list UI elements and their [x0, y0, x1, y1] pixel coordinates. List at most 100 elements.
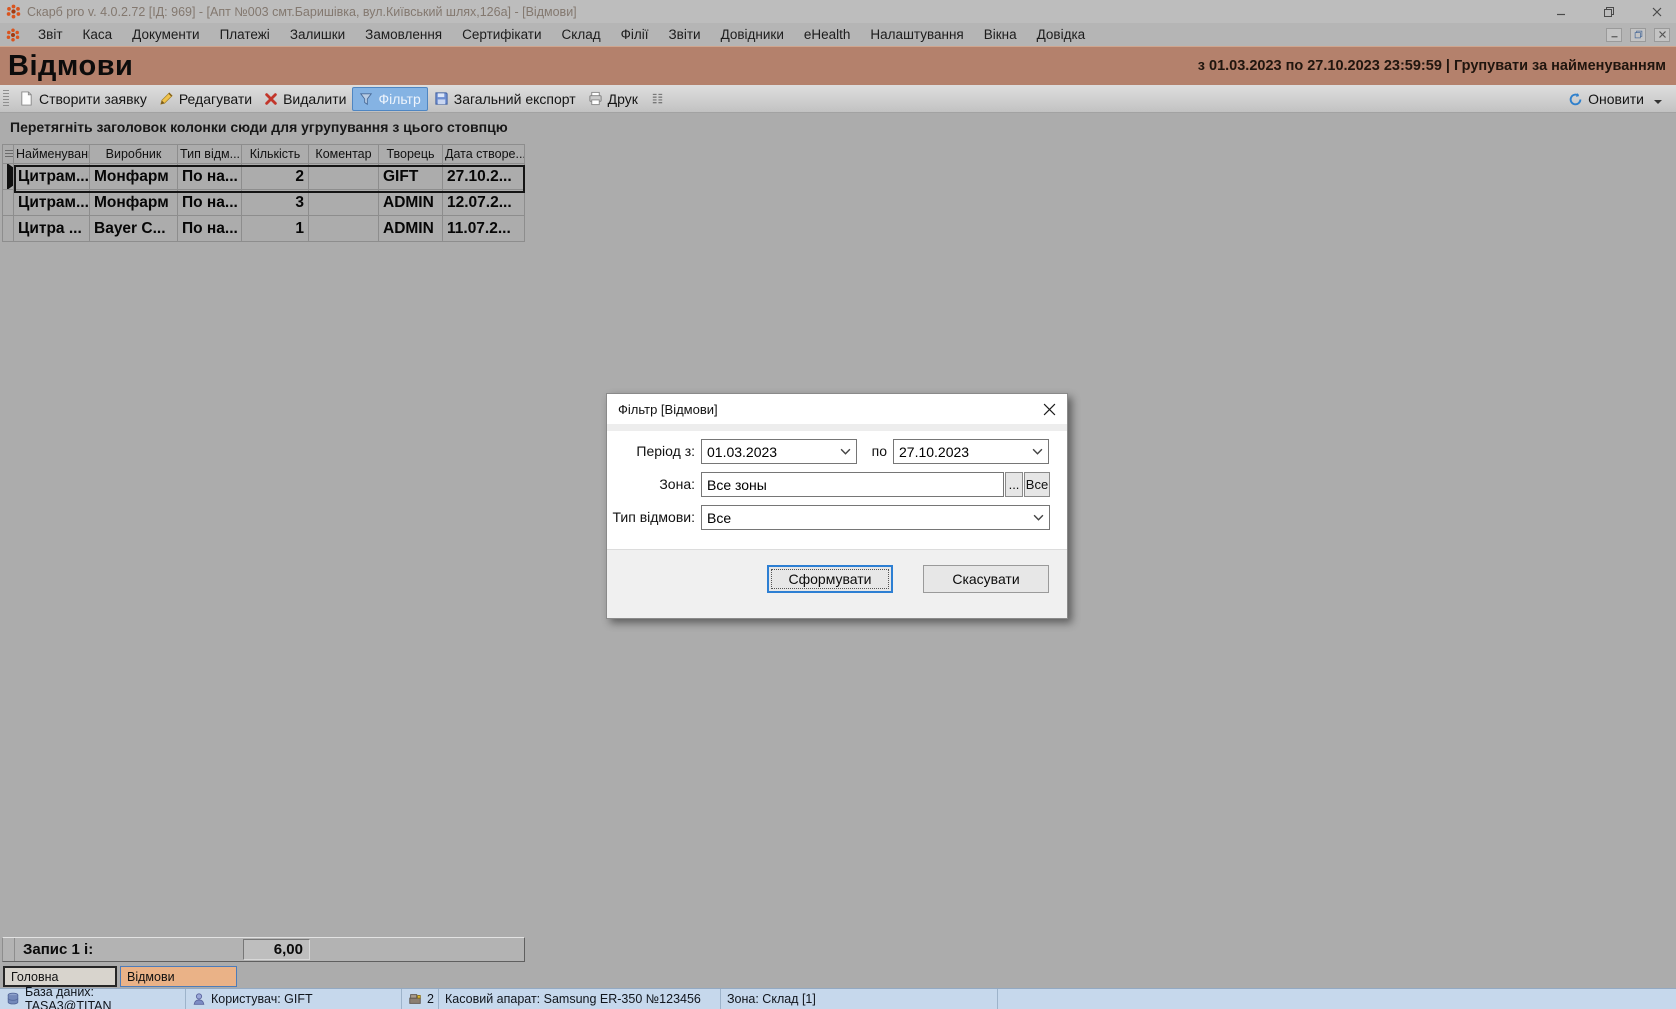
refusals-grid: Найменування Виробник Тип відм... Кількі… — [2, 144, 525, 242]
statusbar-cash-register: Касовий апарат: Samsung ER-350 №123456 — [439, 989, 721, 1009]
filter-funnel-icon — [359, 92, 373, 106]
delete-x-icon — [264, 92, 278, 106]
menu-sklad[interactable]: Склад — [552, 23, 611, 46]
menu-zvity[interactable]: Звіти — [659, 23, 711, 46]
column-header-name[interactable]: Найменування — [14, 144, 90, 164]
page-header: Відмови з 01.03.2023 по 27.10.2023 23:59… — [0, 46, 1676, 85]
menu-dokumenty[interactable]: Документи — [122, 23, 209, 46]
submit-button[interactable]: Сформувати — [767, 565, 893, 593]
refusal-type-input[interactable] — [701, 505, 1050, 530]
summary-indicator-cell — [3, 938, 15, 961]
period-to-chevron-down-icon[interactable] — [1032, 446, 1043, 457]
menu-zamovlennia[interactable]: Замовлення — [355, 23, 452, 46]
status-bar: База даних: TASA3@TITAN Користувач: GIFT… — [0, 988, 1676, 1009]
refusal-type-label: Тип відмови: — [607, 509, 695, 525]
menu-bar: Звіт Каса Документи Платежі Залишки Замо… — [0, 23, 1676, 46]
menu-filii[interactable]: Філії — [611, 23, 659, 46]
menu-sertyfikaty[interactable]: Сертифікати — [452, 23, 551, 46]
database-icon — [6, 992, 20, 1006]
quantity-total-cell: 6,00 — [243, 939, 310, 960]
group-by-hint: Перетягніть заголовок колонки сюди для у… — [0, 113, 1676, 135]
refresh-button[interactable]: Оновити — [1562, 88, 1668, 110]
filter-button[interactable]: Фільтр — [352, 87, 427, 111]
mdi-child-logo-icon — [6, 28, 20, 42]
zone-input[interactable] — [701, 472, 1004, 497]
zone-label: Зона: — [607, 476, 695, 492]
application-window: Скарб pro v. 4.0.2.72 [ІД: 969] - [Апт №… — [0, 0, 1676, 1009]
printer-icon — [588, 91, 603, 106]
menu-dovidnyky[interactable]: Довідники — [711, 23, 794, 46]
column-header-refusal-type[interactable]: Тип відм... — [178, 144, 242, 164]
dialog-title: Фільтр [Відмови] — [607, 402, 718, 417]
menu-nalashtuvannia[interactable]: Налаштування — [860, 23, 973, 46]
grid-corner-icon — [5, 150, 13, 159]
create-request-button[interactable]: Створити заявку — [13, 88, 153, 110]
tab-vidmovy[interactable]: Відмови — [120, 966, 237, 987]
edit-button[interactable]: Редагувати — [153, 88, 258, 110]
refusal-type-row: Тип відмови: — [607, 505, 1067, 530]
grid-columns-icon — [650, 91, 665, 106]
dialog-divider — [607, 424, 1067, 431]
period-from-input[interactable] — [701, 439, 857, 464]
menu-zvit[interactable]: Звіт — [28, 23, 73, 46]
print-button[interactable]: Друк — [582, 88, 644, 110]
toolbar-grip — [3, 90, 9, 108]
row-selector-cell — [2, 216, 14, 242]
restore-icon[interactable] — [1598, 3, 1620, 21]
general-export-button[interactable]: Загальний експорт — [428, 88, 582, 110]
grid-settings-button[interactable] — [644, 88, 671, 109]
period-to-label: по — [847, 443, 887, 459]
page-title: Відмови — [0, 50, 133, 83]
mdi-minimize-icon[interactable] — [1606, 28, 1622, 42]
period-from-label: Період з: — [607, 443, 695, 459]
window-title: Скарб pro v. 4.0.2.72 [ІД: 969] - [Апт №… — [27, 5, 577, 19]
menu-vikna[interactable]: Вікна — [974, 23, 1027, 46]
menu-platezhi[interactable]: Платежі — [210, 23, 280, 46]
window-titlebar: Скарб pro v. 4.0.2.72 [ІД: 969] - [Апт №… — [0, 0, 1676, 23]
new-document-icon — [19, 91, 34, 106]
app-logo-icon — [6, 4, 21, 19]
open-windows-tabs: Головна Відмови — [0, 966, 1676, 988]
menu-kasa[interactable]: Каса — [73, 23, 123, 46]
close-icon[interactable] — [1646, 3, 1668, 21]
current-row-arrow-icon — [7, 164, 14, 190]
table-row[interactable]: Цитра ... Bayer C... По на... 1 ADMIN 11… — [2, 216, 525, 242]
dialog-body: Період з: по Зона: ... Все Тип відмови: — [607, 431, 1067, 550]
row-indicator-header — [2, 144, 14, 164]
delete-button[interactable]: Видалити — [258, 88, 352, 110]
dialog-footer: Сформувати Скасувати — [607, 549, 1067, 618]
grid-summary-row: Запис 1 і: 6,00 — [2, 937, 525, 962]
table-row[interactable]: Цитрам... Монфарм По на... 3 ADMIN 12.07… — [2, 190, 525, 216]
dialog-close-icon[interactable] — [1041, 401, 1057, 417]
table-row-selected[interactable]: Цитрам... Монфарм По на... 2 GIFT 27.10.… — [2, 164, 525, 190]
refresh-dropdown-icon[interactable] — [1654, 100, 1662, 104]
record-count-label: Запис 1 і: — [23, 941, 93, 958]
column-header-manufacturer[interactable]: Виробник — [90, 144, 178, 164]
column-header-quantity[interactable]: Кількість — [242, 144, 309, 164]
menu-zalyshky[interactable]: Залишки — [280, 23, 355, 46]
zone-all-button[interactable]: Все — [1024, 472, 1050, 497]
column-header-comment[interactable]: Коментар — [309, 144, 379, 164]
tab-holovna[interactable]: Головна — [3, 966, 117, 987]
row-selector-cell — [2, 164, 14, 190]
zone-row: Зона: ... Все — [607, 472, 1067, 497]
zone-browse-button[interactable]: ... — [1005, 472, 1023, 497]
cash-register-icon — [408, 992, 422, 1006]
menu-ehealth[interactable]: eHealth — [794, 23, 861, 46]
grid-header-row: Найменування Виробник Тип відм... Кількі… — [2, 144, 525, 164]
refusal-type-chevron-down-icon[interactable] — [1033, 512, 1044, 523]
column-header-date-created[interactable]: Дата створе... — [443, 144, 525, 164]
statusbar-zone: Зона: Склад [1] — [721, 989, 998, 1009]
column-header-creator[interactable]: Творець — [379, 144, 443, 164]
mdi-restore-icon[interactable] — [1630, 28, 1646, 42]
statusbar-user: Користувач: GIFT — [186, 989, 402, 1009]
minimize-icon[interactable] — [1550, 3, 1572, 21]
mdi-close-icon[interactable] — [1654, 28, 1670, 42]
group-by-bar[interactable]: Перетягніть заголовок колонки сюди для у… — [0, 113, 1676, 139]
period-info-label: з 01.03.2023 по 27.10.2023 23:59:59 | Гр… — [1198, 58, 1676, 74]
statusbar-empty — [998, 989, 1676, 1009]
period-to-input[interactable] — [893, 439, 1049, 464]
pencil-icon — [159, 91, 174, 106]
cancel-button[interactable]: Скасувати — [923, 565, 1049, 593]
menu-dovidka[interactable]: Довідка — [1027, 23, 1096, 46]
